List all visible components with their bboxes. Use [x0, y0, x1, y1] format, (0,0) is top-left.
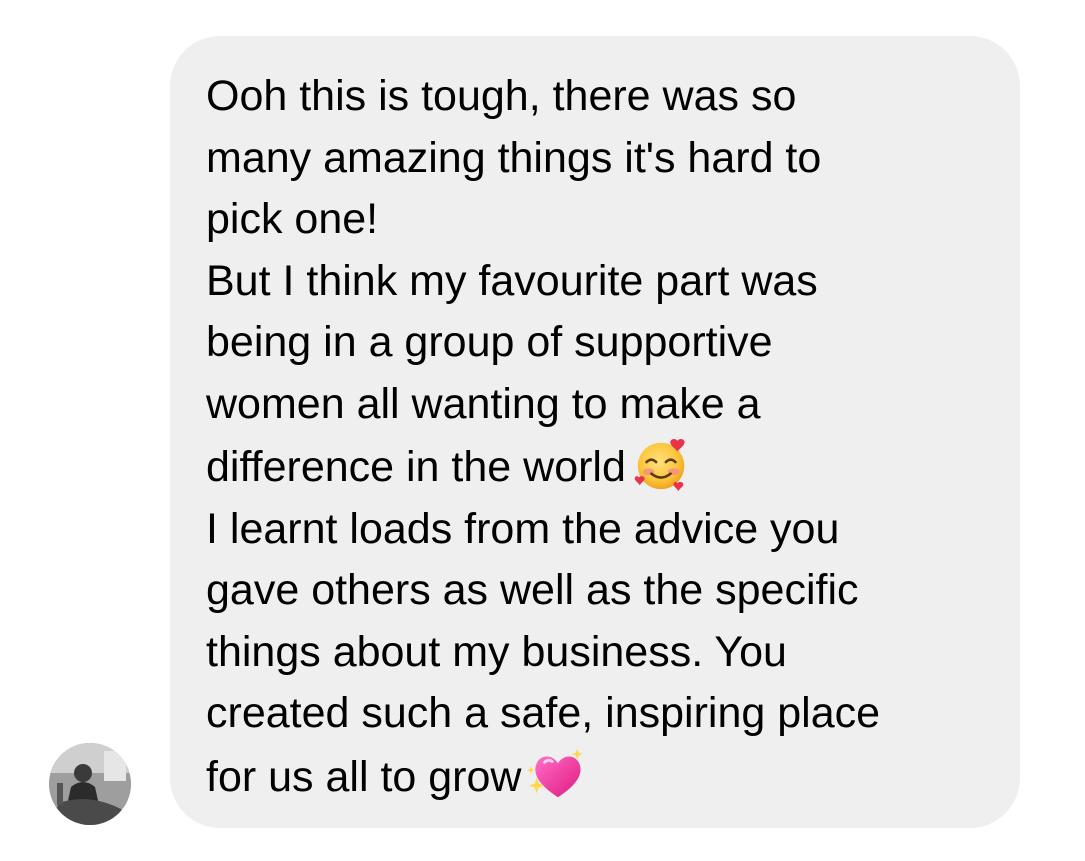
message-line: gave others as well as the specific	[206, 566, 859, 614]
message-line: pick one!	[206, 195, 379, 243]
message-paragraph-3: I learnt loads from the advice you gave …	[206, 499, 990, 809]
message-line-text: for us all to grow	[206, 752, 522, 801]
sparkling-heart-icon	[527, 748, 584, 797]
message-line-with-emoji: for us all to grow	[206, 745, 990, 809]
message-paragraph-1: Ooh this is tough, there was so many ama…	[206, 66, 990, 251]
message-line: created such a safe, inspiring place	[206, 689, 881, 737]
message-line: Ooh this is tough, there was so	[206, 72, 797, 120]
message-line-text: difference in the world	[206, 443, 626, 491]
message-paragraph-2: But I think my favourite part was being …	[206, 251, 990, 499]
message-line: things about my business. You	[206, 627, 787, 676]
message-line: being in a group of supportive	[206, 318, 773, 366]
message-line: But I think my favourite part was	[206, 256, 818, 305]
message-line-with-emoji: difference in the world	[206, 435, 990, 499]
smiling-face-with-hearts-icon	[634, 438, 685, 492]
avatar-photo	[49, 743, 131, 825]
message-line: I learnt loads from the advice you	[206, 504, 840, 553]
sender-avatar[interactable]	[49, 743, 131, 825]
message-line: many amazing things it's hard to	[206, 133, 822, 182]
message-bubble[interactable]: Ooh this is tough, there was so many ama…	[170, 36, 1020, 828]
message-line: women all wanting to make a	[206, 379, 761, 428]
